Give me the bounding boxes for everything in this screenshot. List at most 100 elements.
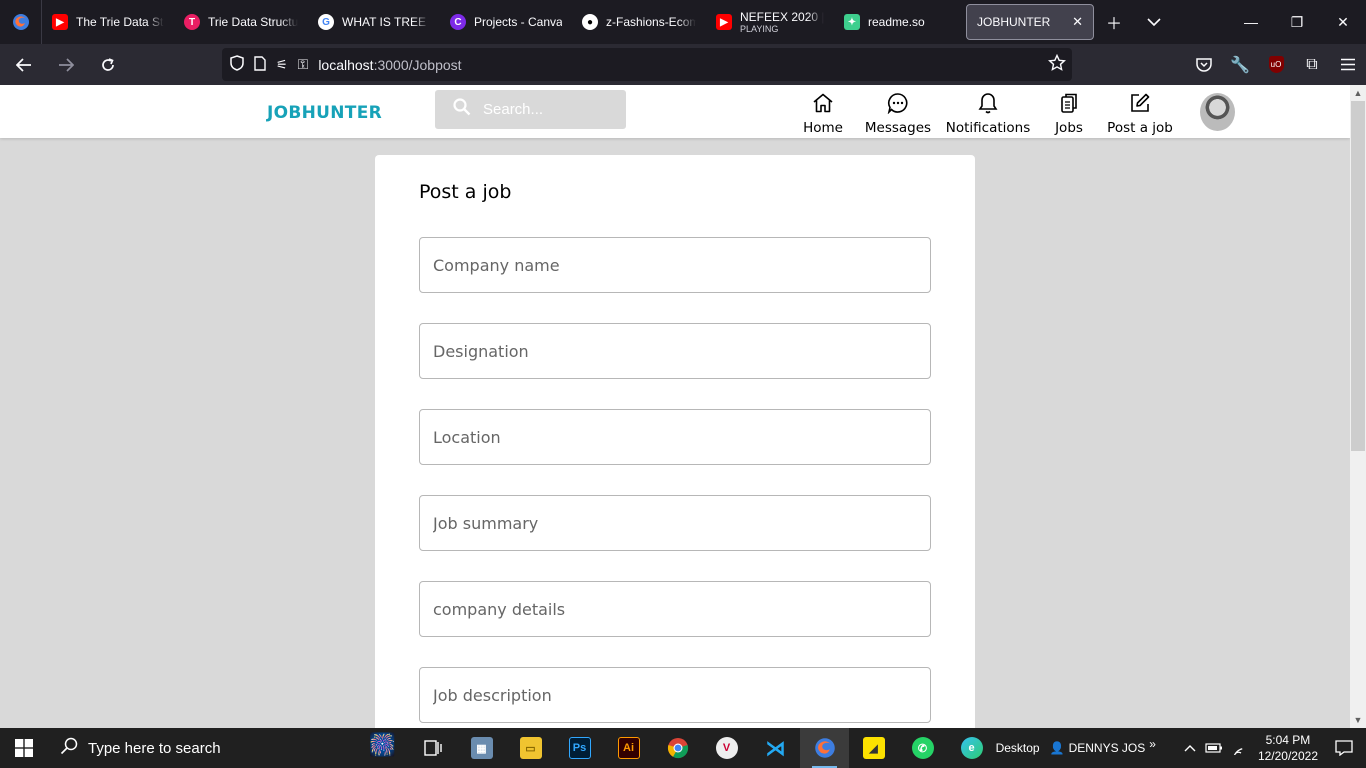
job-summary-field[interactable] <box>419 495 931 551</box>
restore-window-icon[interactable]: ❐ <box>1274 0 1320 44</box>
job-description-field[interactable] <box>419 667 931 723</box>
hamburger-menu-icon[interactable] <box>1330 49 1366 81</box>
browser-tab-strip: ▶ The Trie Data Stru T Trie Data Structu… <box>0 0 1366 44</box>
pocket-icon[interactable] <box>1186 49 1222 81</box>
trie-site-icon: T <box>184 14 200 30</box>
taskbar-search[interactable]: Type here to search 🎆 <box>48 728 408 768</box>
firefox-menu-icon[interactable] <box>0 0 42 44</box>
page-icon <box>254 55 266 74</box>
search-input[interactable] <box>483 101 613 118</box>
nav-notifications[interactable]: Notifications <box>946 91 1030 136</box>
browser-tab[interactable]: G WHAT IS TREE DA <box>308 4 440 40</box>
nav-jobs[interactable]: Jobs <box>1050 91 1088 136</box>
readme-icon: ✦ <box>844 14 860 30</box>
extensions-icon[interactable]: ⧉ <box>1294 49 1330 81</box>
tab-title: Trie Data Structur <box>208 15 298 29</box>
bell-icon <box>978 91 998 115</box>
user-toolbar-label: DENNYS JOS <box>1068 741 1146 755</box>
nav-label: Messages <box>864 120 932 136</box>
avatar[interactable] <box>1200 93 1235 131</box>
browser-tab[interactable]: ● z-Fashions-Ecom <box>572 4 706 40</box>
browser-navigation-bar: ⚟ ⚿ localhost:3000/Jobpost 🔧 uO ⧉ <box>0 44 1366 85</box>
illustrator-icon[interactable]: Ai <box>604 728 653 768</box>
list-tabs-chevron-icon[interactable] <box>1134 0 1174 44</box>
file-explorer-icon[interactable]: ▭ <box>506 728 555 768</box>
new-tab-icon[interactable]: ＋ <box>1094 0 1134 44</box>
windows-taskbar: Type here to search 🎆 ▦ ▭ Ps Ai V ⋊ ◢ ✆ … <box>0 728 1366 768</box>
github-icon: ● <box>582 14 598 30</box>
tab-title: WHAT IS TREE DA <box>342 15 430 29</box>
firefox-taskbar-icon[interactable] <box>800 728 849 768</box>
tab-playing-label: PLAYING <box>740 24 779 34</box>
brand-logo[interactable]: JOBHUNTER <box>267 103 382 123</box>
chat-icon <box>887 91 909 115</box>
nav-messages[interactable]: Messages <box>864 91 932 136</box>
tab-title: z-Fashions-Ecom <box>606 15 696 29</box>
browser-tab[interactable]: C Projects - Canva <box>440 4 572 40</box>
ublock-icon[interactable]: uO <box>1258 49 1294 81</box>
company-name-field[interactable] <box>419 237 931 293</box>
url-path: :3000/Jobpost <box>373 56 462 73</box>
system-clock[interactable]: 5:04 PM 12/20/2022 <box>1258 732 1318 764</box>
google-icon: G <box>318 14 334 30</box>
browser-tab[interactable]: T Trie Data Structur <box>174 4 308 40</box>
url-bar[interactable]: ⚟ ⚿ localhost:3000/Jobpost <box>222 48 1072 81</box>
permissions-icon[interactable]: ⚟ <box>276 57 288 73</box>
wrench-icon[interactable]: 🔧 <box>1222 49 1258 81</box>
tab-title: readme.so <box>868 15 925 29</box>
page-scrollbar[interactable]: ▲ ▼ <box>1350 85 1366 728</box>
battery-icon[interactable] <box>1202 742 1226 754</box>
sticky-notes-icon[interactable]: ◢ <box>849 728 898 768</box>
nav-home[interactable]: Home <box>803 91 843 136</box>
forward-arrow-icon[interactable] <box>48 49 84 81</box>
shield-icon[interactable] <box>230 55 244 74</box>
youtube-icon: ▶ <box>52 14 68 30</box>
desktop-toolbar-label[interactable]: Desktop <box>996 741 1040 755</box>
photoshop-icon[interactable]: Ps <box>555 728 604 768</box>
company-details-field[interactable] <box>419 581 931 637</box>
nav-label: Jobs <box>1055 120 1083 136</box>
clock-time: 5:04 PM <box>1265 733 1311 747</box>
wifi-icon[interactable] <box>1226 741 1250 755</box>
site-search[interactable] <box>435 90 626 129</box>
edit-icon <box>1129 91 1151 115</box>
search-icon <box>60 737 78 759</box>
user-toolbar[interactable]: 👤 DENNYS JOS » <box>1049 737 1156 755</box>
tab-title: Projects - Canva <box>474 15 562 29</box>
whatsapp-icon[interactable]: ✆ <box>898 728 947 768</box>
nav-label: Home <box>803 120 843 136</box>
browser-tab[interactable]: ✦ readme.so <box>834 4 960 40</box>
show-hidden-icons-chevron-icon[interactable] <box>1178 744 1202 752</box>
browser-tab-active[interactable]: JOBHUNTER ✕ <box>966 4 1094 40</box>
close-window-icon[interactable]: ✕ <box>1320 0 1366 44</box>
reload-icon[interactable] <box>90 49 126 81</box>
control-panel-icon[interactable]: ▦ <box>457 728 506 768</box>
clock-date: 12/20/2022 <box>1257 749 1318 763</box>
location-field[interactable] <box>419 409 931 465</box>
close-tab-icon[interactable]: ✕ <box>1072 14 1083 30</box>
youtube-icon: ▶ <box>716 14 732 30</box>
nav-post-a-job[interactable]: Post a job <box>1106 91 1174 136</box>
minimize-window-icon[interactable]: — <box>1228 0 1274 44</box>
scroll-down-arrow-icon[interactable]: ▼ <box>1350 712 1366 728</box>
task-view-icon[interactable] <box>408 728 457 768</box>
vscode-icon[interactable]: ⋊ <box>751 728 800 768</box>
browser-tab[interactable]: ▶ NEFEEX 2020 || Tc PLAYING <box>706 4 834 40</box>
nav-label: Post a job <box>1107 120 1173 136</box>
designation-field[interactable] <box>419 323 931 379</box>
windows-start-icon[interactable] <box>0 728 48 768</box>
edge-icon[interactable]: e <box>947 728 996 768</box>
back-arrow-icon[interactable] <box>6 49 42 81</box>
chrome-icon[interactable] <box>653 728 702 768</box>
scroll-up-arrow-icon[interactable]: ▲ <box>1350 85 1366 101</box>
key-icon[interactable]: ⚿ <box>298 56 309 73</box>
user-figure-icon: 👤 <box>1049 741 1065 755</box>
tab-title: JOBHUNTER <box>977 15 1051 29</box>
tab-title: NEFEEX 2020 || Tc <box>740 10 824 24</box>
browser-tab[interactable]: ▶ The Trie Data Stru <box>42 4 174 40</box>
bookmark-star-icon[interactable] <box>1047 53 1067 75</box>
scrollbar-thumb[interactable] <box>1351 101 1365 451</box>
vivaldi-icon[interactable]: V <box>702 728 751 768</box>
notifications-center-icon[interactable] <box>1332 740 1356 756</box>
system-tray: Desktop 👤 DENNYS JOS » 5:04 PM 12/20/202… <box>996 728 1366 768</box>
